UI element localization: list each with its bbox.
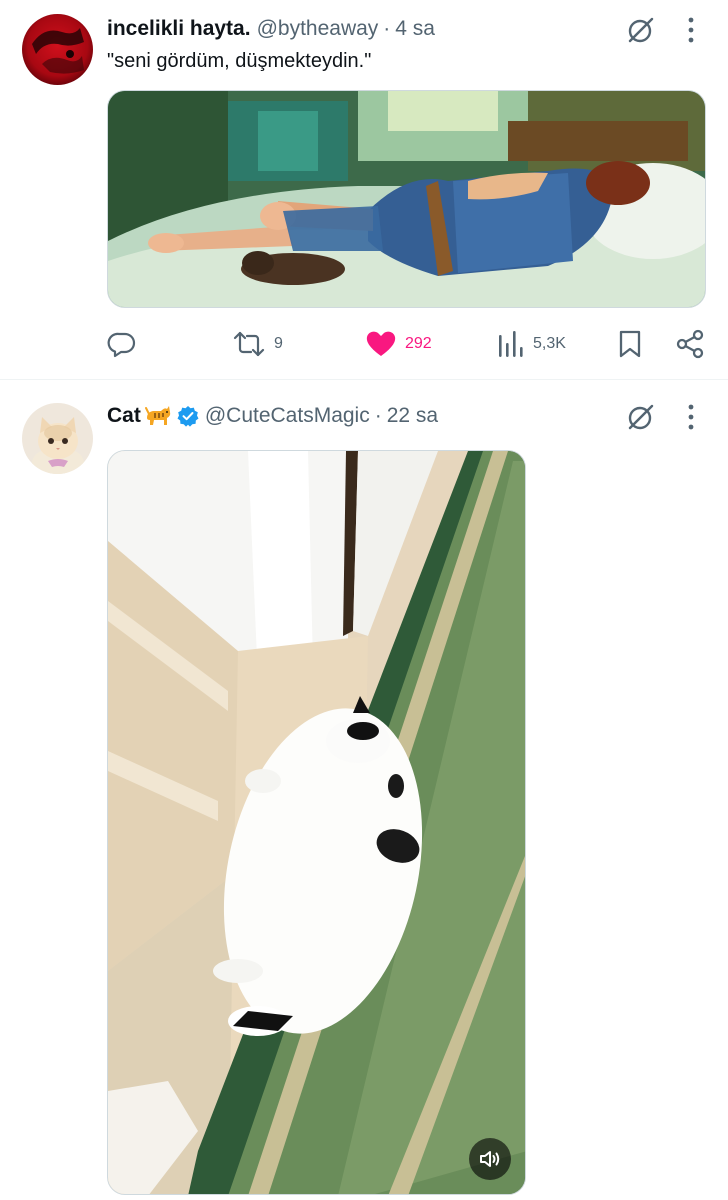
heart-icon: [366, 331, 396, 356]
like-count: 292: [405, 335, 432, 352]
username-handle[interactable]: @bytheaway: [257, 17, 379, 41]
video-sound-button[interactable]: [469, 1138, 511, 1180]
views-button[interactable]: 5,3K: [497, 326, 566, 362]
verified-badge-icon[interactable]: [177, 405, 199, 427]
bookmark-icon: [619, 330, 641, 358]
retweet-count: 9: [274, 335, 283, 352]
tweet-text: "seni gördüm, düşmekteydin.": [107, 50, 372, 72]
separator-dot: ·: [383, 17, 391, 40]
more-options-icon[interactable]: [678, 401, 704, 433]
tweet-1[interactable]: incelikli hayta. @bytheaway · 4 sa "seni…: [0, 0, 728, 380]
tweet-video-cat[interactable]: [107, 450, 526, 1195]
avatar[interactable]: [22, 403, 93, 474]
like-button[interactable]: 292: [365, 326, 432, 362]
timestamp[interactable]: 22 sa: [387, 404, 438, 428]
views-bar-chart-icon: [499, 331, 523, 357]
retweet-button[interactable]: 9: [232, 326, 283, 362]
cat-emoji-icon: [144, 404, 171, 428]
views-count: 5,3K: [533, 335, 566, 352]
reply-button[interactable]: [107, 326, 145, 362]
speaker-icon: [480, 1151, 500, 1167]
retweet-icon: [233, 331, 265, 357]
tweet-image-painting[interactable]: [107, 90, 706, 308]
tweet-header: incelikli hayta. @bytheaway · 4 sa: [107, 14, 638, 44]
more-options-icon[interactable]: [678, 14, 704, 46]
tweet-2[interactable]: Cat @CuteCatsMagic · 22 sa: [0, 381, 728, 1200]
display-name[interactable]: Cat: [107, 404, 141, 428]
grok-icon[interactable]: [625, 14, 657, 46]
display-name[interactable]: incelikli hayta.: [107, 17, 251, 41]
share-icon: [676, 329, 704, 359]
reply-icon: [107, 332, 136, 358]
bookmark-button[interactable]: [617, 326, 643, 362]
timestamp[interactable]: 4 sa: [395, 17, 435, 41]
username-handle[interactable]: @CuteCatsMagic: [205, 404, 370, 428]
grok-icon[interactable]: [625, 401, 657, 433]
share-button[interactable]: [675, 326, 705, 362]
avatar[interactable]: [22, 14, 93, 85]
tweet-action-bar: 9 292 5,3K: [107, 326, 706, 362]
separator-dot: ·: [374, 404, 382, 427]
tweet-header: Cat @CuteCatsMagic · 22 sa: [107, 401, 638, 431]
